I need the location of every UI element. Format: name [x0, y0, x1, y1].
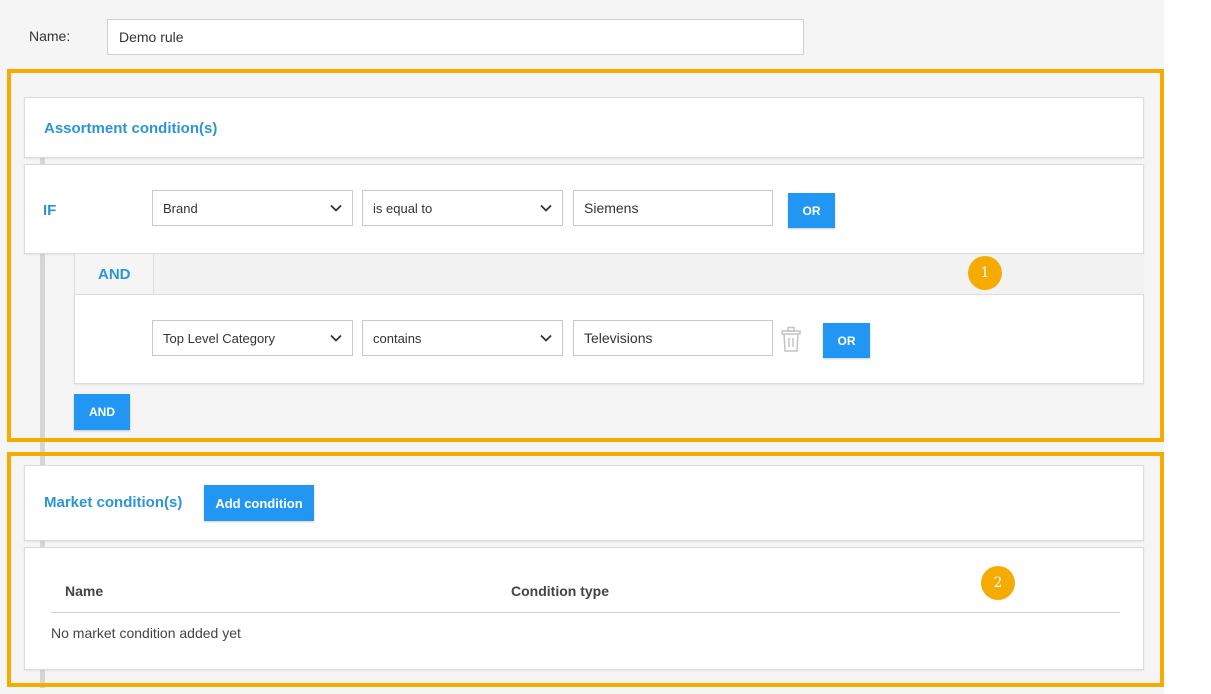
operator-select-1[interactable]: is equal to [362, 190, 563, 226]
field-select-1-value: Brand [163, 200, 198, 216]
market-title: Market condition(s) [44, 494, 183, 511]
annotation-badge-2: 2 [981, 566, 1015, 600]
rule-name-input[interactable] [107, 19, 804, 55]
add-condition-button[interactable]: Add condition [204, 485, 314, 521]
add-and-button[interactable]: AND [74, 394, 130, 430]
market-header-panel: Market condition(s) [24, 465, 1144, 541]
field-select-2-value: Top Level Category [163, 330, 276, 346]
market-table-panel: Name Condition type No market condition … [24, 547, 1144, 670]
operator-select-2-value: contains [373, 330, 422, 346]
if-keyword: IF [43, 202, 57, 219]
operator-select-1-value: is equal to [373, 200, 433, 216]
annotation-badge-1: 1 [968, 256, 1002, 290]
operator-select-2[interactable]: contains [362, 320, 563, 356]
column-header-name: Name [65, 583, 104, 599]
empty-state-text: No market condition added yet [51, 625, 241, 641]
trash-icon[interactable] [779, 325, 803, 353]
name-label: Name: [29, 28, 71, 44]
chevron-down-icon [540, 204, 552, 212]
chevron-down-icon [330, 334, 342, 342]
field-select-1[interactable]: Brand [152, 190, 353, 226]
value-input-2[interactable] [573, 320, 773, 356]
value-input-1[interactable] [573, 190, 773, 226]
and-keyword: AND [98, 266, 131, 283]
or-button-1[interactable]: OR [788, 193, 835, 228]
column-header-condition-type: Condition type [511, 583, 609, 599]
field-select-2[interactable]: Top Level Category [152, 320, 353, 356]
assortment-header-panel: Assortment condition(s) [24, 97, 1144, 158]
chevron-down-icon [540, 334, 552, 342]
chevron-down-icon [330, 204, 342, 212]
table-header-divider [51, 612, 1120, 613]
assortment-title: Assortment condition(s) [44, 120, 218, 137]
or-button-2[interactable]: OR [823, 323, 870, 358]
